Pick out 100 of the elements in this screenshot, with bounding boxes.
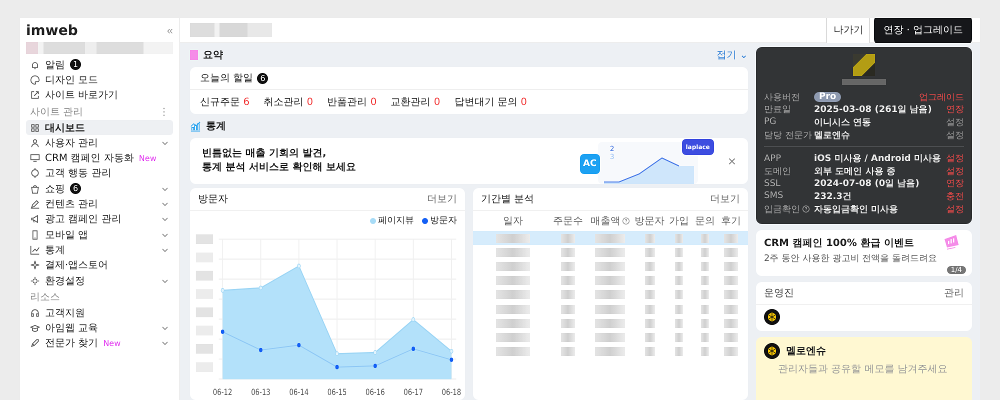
status-count[interactable]: 취소관리 0 [264,95,314,109]
grid-icon [30,122,40,133]
nav-item[interactable]: 결제·앱스토어 [26,258,173,273]
info-label: 도메인 [764,166,791,178]
nav-item[interactable]: 컨텐츠 관리 [26,196,173,212]
info-label: 만료일 [764,104,791,116]
palette-icon [30,74,40,85]
section-title: 요약 [203,49,223,62]
info-value: 멜로엔슈 [814,130,851,142]
info-label: SSL [764,178,780,189]
banner-text: 빈틈없는 매출 기회의 발견, 통계 분석 서비스로 확인해 보세요 [202,147,357,175]
axis-label: 06-14 [289,387,309,398]
manage-link[interactable]: 관리 [944,286,964,300]
nav-item[interactable]: 사용자 관리 [26,135,173,150]
card-title: 방문자 [198,193,228,206]
action-link[interactable]: 설정 [946,116,964,129]
info-value: 2025-03-08 (261일 남음) [814,104,933,116]
info-value: iOS 미사용 / Android 미사용 [814,153,942,166]
chevron-down-icon [161,276,169,284]
more-link[interactable]: 더보기 [710,192,740,206]
nav-item[interactable]: 알림 1 [26,57,173,72]
nav-label: 쇼핑 [45,182,65,196]
close-button[interactable]: × [728,153,736,169]
nav-item[interactable]: 아임웹 교육 [26,320,173,336]
memo-input[interactable]: 관리자들과 공유할 메모를 남겨주세요 [776,363,952,376]
toolbar-button[interactable]: 연장 · 업그레이드 [874,18,972,45]
avatar-icon [764,343,780,360]
nav-label: 아임웹 교육 [45,322,98,336]
status-count[interactable]: 반품관리 0 [327,95,377,109]
status-count[interactable]: 신규주문 6 [200,95,250,109]
nav-item[interactable]: 환경설정 [26,272,173,288]
nav-item[interactable]: CRM 캠페인 자동화 New [26,150,173,166]
column-header: 후기 [720,215,741,228]
nav-label: 고객지원 [45,306,85,320]
nav-item[interactable]: 사이트 바로가기 [26,88,173,103]
info-label: SMS [764,191,784,202]
avatar-icon [764,309,780,326]
app-tile: AC [580,154,600,174]
info-value: 2024-07-08 (0일 남음) [814,178,920,190]
logo[interactable]: imweb [26,23,78,39]
sparkle-icon [30,260,40,270]
info-value: 자동입금확인 미사용 [814,204,900,216]
todo-label: 오늘의 할일 [200,72,254,85]
nav-label: 컨텐츠 관리 [45,198,98,212]
chart-icon [190,120,201,132]
section-heading: 사이트 관리 [30,106,84,119]
count-badge: 6 [70,183,82,194]
nav-item[interactable]: 디자인 모드 [26,72,173,88]
nav-item[interactable]: 고객지원 [26,305,173,320]
help-icon [802,205,810,214]
external-link-icon [30,90,40,100]
nav-item[interactable]: 광고 캠페인 관리 [26,212,173,227]
count-badge: 1 [70,59,82,70]
nav-item[interactable]: 모바일 앱 [26,226,173,242]
person-icon [30,138,40,148]
info-label: 사용버전 [764,92,800,104]
column-header: 가입 [668,215,689,228]
new-tag: New [103,338,121,348]
bag-icon [30,184,40,194]
new-tag: New [138,154,156,163]
legend-label: 방문자 [430,215,457,227]
nav-label: 광고 캠페인 관리 [45,213,122,226]
collapse-link[interactable]: 접기 ⌄ [716,48,748,62]
more-link[interactable]: 더보기 [427,192,457,206]
cap-icon [30,323,40,334]
nav-label: 환경설정 [45,274,85,288]
axis-label: 06-12 [212,387,232,398]
nav-label: 디자인 모드 [45,74,98,87]
axis-label: 06-16 [366,387,385,398]
nav-item[interactable]: 대시보드 [26,120,173,136]
action-link[interactable]: 설정 [946,128,964,142]
legend-label: 페이지뷰 [378,215,414,227]
nav-label: 알림 [45,58,65,72]
pencil-icon [30,199,40,210]
nav-label: 통계 [45,244,65,257]
status-count[interactable]: 교환관리 0 [390,95,440,109]
nav-item[interactable]: 전문가 찾기 New [26,336,173,352]
info-label: 입금확인 [764,204,800,216]
headset-icon [30,308,40,318]
nav-label: 대시보드 [45,122,85,135]
status-count[interactable]: 답변대기 문의 0 [454,95,527,109]
nav-item[interactable]: 쇼핑 6 [26,181,173,196]
info-label: APP [764,154,782,164]
nav-label: 결제·앱스토어 [45,259,108,272]
promo-title: CRM 캠페인 100% 환급 이벤트 [764,237,914,250]
gear-icon [30,276,40,286]
nav-label: 고객 행동 관리 [45,167,112,180]
phone-icon [30,230,40,240]
help-icon [622,217,630,225]
action-link[interactable]: 업그레이드 [919,90,964,104]
column-header: 일자 [502,215,523,228]
blurred-avatar [853,54,875,76]
info-value: 외부 도메인 사용 중 [814,166,896,178]
nav-item[interactable]: 통계 [26,242,173,258]
more-button[interactable]: ⋮ [159,106,169,119]
nav-item[interactable]: 고객 행동 관리 [26,166,173,182]
axis-label: 06-17 [404,387,423,398]
nav-label: 모바일 앱 [45,228,88,242]
column-header: 방문자 [634,215,665,228]
toolbar-button[interactable]: 나가기 [826,18,870,45]
